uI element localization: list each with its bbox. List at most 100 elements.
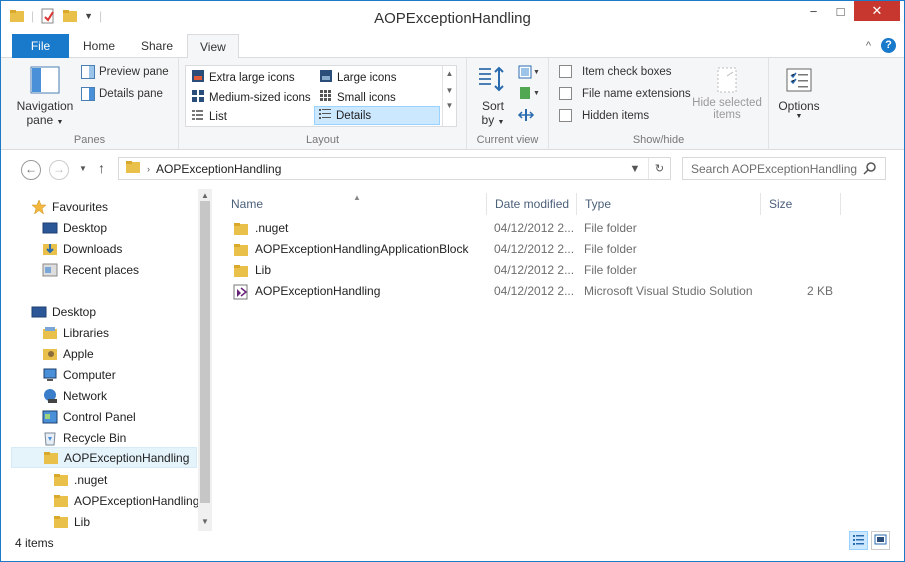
column-header-label: Size (769, 197, 793, 211)
search-box (682, 157, 886, 180)
table-row[interactable]: AOPExceptionHandlingApplicationBlock 04/… (223, 239, 843, 260)
list-label: List (209, 110, 227, 123)
nav-recent-places[interactable]: Recent places (42, 259, 139, 280)
file-name: Lib (255, 263, 272, 277)
nav-label: Control Panel (63, 409, 136, 424)
details-pane-button[interactable]: Details pane (81, 87, 163, 101)
options-icon (786, 68, 812, 92)
add-columns-button[interactable]: ▼ (517, 85, 540, 106)
item-check-boxes-checkbox[interactable] (559, 65, 572, 78)
file-name-cell: AOPExceptionHandling (233, 281, 483, 302)
file-type: File folder (584, 221, 637, 235)
nav-computer[interactable]: Computer (42, 364, 116, 385)
preview-pane-button[interactable]: Preview pane (81, 65, 169, 79)
column-header-date-modified[interactable]: Date modified (487, 193, 577, 215)
hidden-items-toggle[interactable]: Hidden items (559, 109, 649, 122)
nav-apple[interactable]: Apple (42, 343, 94, 364)
file-type: Microsoft Visual Studio Solution (584, 284, 753, 298)
file-name-extensions-toggle[interactable]: File name extensions (559, 87, 691, 100)
nav-recycle-bin[interactable]: Recycle Bin (42, 427, 126, 448)
options-button[interactable]: Options ▼ (773, 66, 825, 120)
size-columns-button[interactable] (517, 106, 535, 127)
gallery-scroll-down-icon[interactable]: ▼ (443, 86, 456, 95)
breadcrumb-chevron-icon[interactable]: › (147, 164, 150, 174)
scroll-up-icon[interactable]: ▲ (198, 191, 212, 200)
nav-nuget[interactable]: .nuget (53, 469, 107, 490)
hide-selected-items-button[interactable]: Hide selected items (689, 66, 765, 121)
file-name-extensions-checkbox[interactable] (559, 87, 572, 100)
extra-large-icons-option[interactable]: Extra large icons (188, 68, 298, 87)
scroll-down-icon[interactable]: ▼ (198, 517, 212, 526)
search-input[interactable] (691, 161, 861, 176)
gallery-scroll-up-icon[interactable]: ▲ (443, 69, 456, 78)
navigation-pane-scrollbar[interactable]: ▲ ▼ (198, 189, 212, 531)
downloads-icon (42, 241, 58, 257)
table-row[interactable]: AOPExceptionHandling 04/12/2012 2... Mic… (223, 281, 843, 302)
search-icon[interactable] (863, 161, 877, 178)
collapse-ribbon-icon[interactable]: ^ (866, 40, 871, 52)
nav-aop-subfolder[interactable]: AOPExceptionHandling (53, 490, 199, 511)
gallery-more-icon[interactable]: ▼ (443, 101, 456, 110)
hidden-items-checkbox[interactable] (559, 109, 572, 122)
nav-lib[interactable]: Lib (53, 511, 90, 532)
table-row[interactable]: Lib 04/12/2012 2... File folder (223, 260, 843, 281)
large-icons-option[interactable]: Large icons (316, 68, 399, 87)
gallery-scroll[interactable]: ▲ ▼ ▼ (442, 66, 456, 126)
details-option[interactable]: Details (314, 106, 440, 125)
list-option[interactable]: List (188, 107, 230, 126)
nav-desktop-favourite[interactable]: Desktop (42, 217, 107, 238)
ribbon-right-controls: ^ ? (866, 38, 896, 53)
item-check-boxes-toggle[interactable]: Item check boxes (559, 65, 671, 78)
nav-desktop[interactable]: Desktop (31, 301, 96, 322)
back-arrow-icon[interactable]: ← (21, 160, 41, 180)
large-icons-view-button[interactable] (871, 531, 890, 550)
column-header-type[interactable]: Type (577, 193, 761, 215)
tab-share[interactable]: Share (129, 34, 185, 58)
small-icons-option[interactable]: Small icons (316, 88, 399, 107)
sort-by-button[interactable]: Sort by ▼ (475, 64, 511, 127)
group-by-button[interactable]: ▼ (517, 64, 540, 85)
nav-control-panel[interactable]: Control Panel (42, 406, 136, 427)
recycle-bin-icon (42, 430, 58, 446)
refresh-icon[interactable]: ↻ (648, 158, 670, 179)
folder-icon (233, 221, 249, 237)
column-header-size[interactable]: Size (761, 193, 841, 215)
maximize-button[interactable]: □ (827, 1, 854, 21)
nav-downloads[interactable]: Downloads (42, 238, 122, 259)
tab-view[interactable]: View (187, 34, 239, 59)
medium-icons-option[interactable]: Medium-sized icons (188, 88, 314, 107)
nav-aop-folder[interactable]: AOPExceptionHandling (11, 447, 197, 468)
nav-label: Lib (74, 514, 91, 529)
file-list: ▲ Name Date modified Type Size .nuget 04… (223, 189, 903, 531)
column-header-name[interactable]: ▲ Name (223, 193, 487, 215)
help-icon[interactable]: ? (881, 38, 896, 53)
column-header-label: Date modified (495, 197, 570, 211)
details-view-button[interactable] (849, 531, 868, 550)
breadcrumb-current[interactable]: AOPExceptionHandling (156, 162, 281, 176)
window-controls: − □ ✕ (800, 1, 900, 21)
star-icon (31, 198, 47, 215)
tab-home[interactable]: Home (71, 34, 127, 58)
file-name: AOPExceptionHandlingApplicationBlock (255, 242, 469, 256)
nav-network[interactable]: Network (42, 385, 107, 406)
nav-libraries[interactable]: Libraries (42, 322, 109, 343)
tab-file[interactable]: File (12, 34, 69, 58)
file-size: 2 KB (806, 284, 833, 298)
folder-icon (233, 263, 249, 279)
layout-gallery: Extra large icons Large icons Medium-siz… (185, 65, 457, 127)
recent-locations-icon[interactable]: ▼ (79, 164, 87, 173)
scrollbar-thumb[interactable] (200, 201, 210, 503)
up-arrow-icon[interactable]: ↑ (98, 160, 105, 176)
minimize-button[interactable]: − (800, 1, 827, 21)
item-check-boxes-label: Item check boxes (582, 65, 672, 78)
nav-label: Libraries (63, 325, 110, 340)
address-bar[interactable]: › AOPExceptionHandling ▼ ↻ (118, 157, 671, 180)
forward-arrow-icon[interactable]: → (49, 160, 69, 180)
close-button[interactable]: ✕ (854, 1, 900, 21)
nav-favourites[interactable]: Favourites (31, 196, 108, 217)
recent-places-icon (42, 262, 58, 278)
nav-label: AOPExceptionHandling (74, 493, 200, 508)
address-dropdown-icon[interactable]: ▼ (624, 158, 646, 179)
navigation-pane-button[interactable]: Navigation pane ▼ (15, 64, 75, 127)
table-row[interactable]: .nuget 04/12/2012 2... File folder (223, 218, 843, 239)
